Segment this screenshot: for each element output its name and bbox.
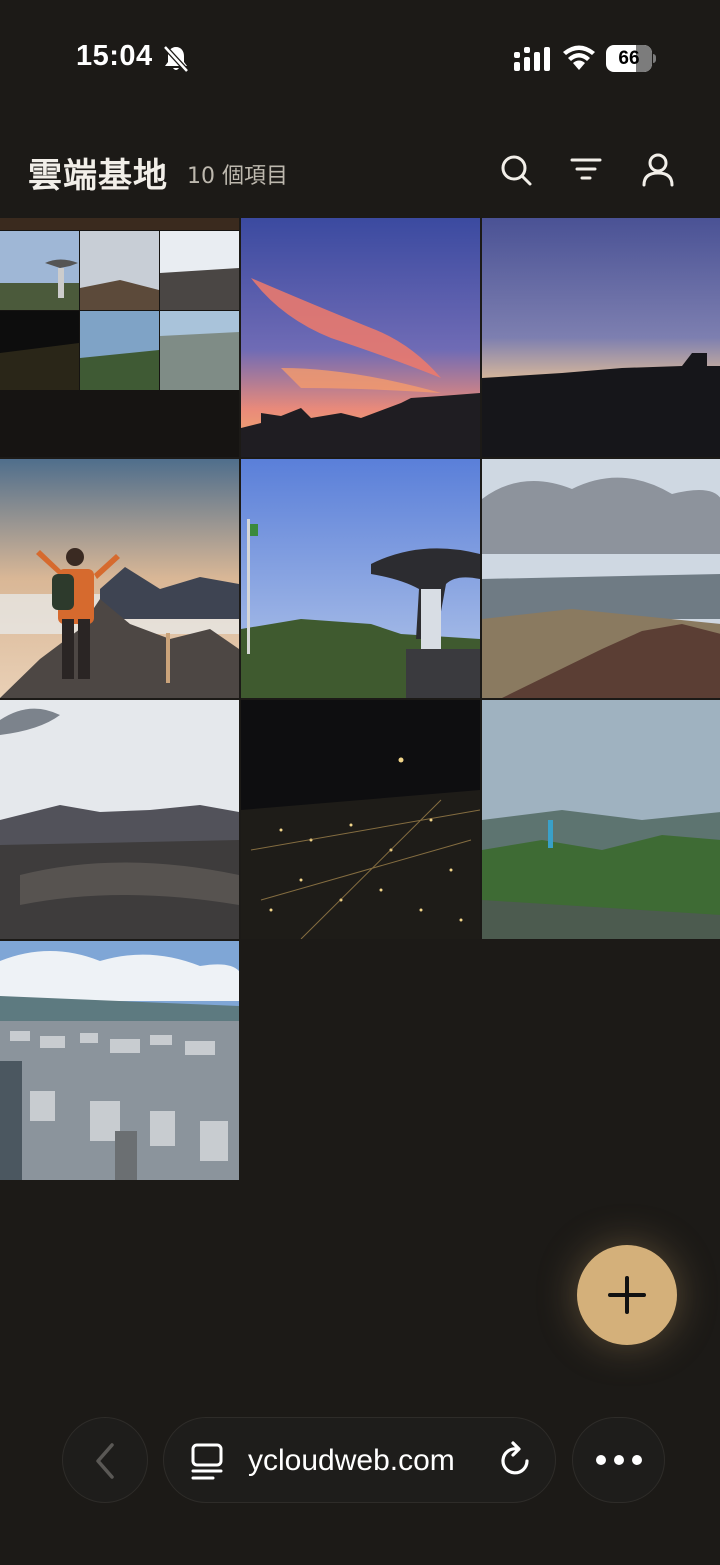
photo-tile-dusk-skyline[interactable] bbox=[482, 218, 720, 457]
photo-tile-sculpture[interactable] bbox=[241, 459, 480, 698]
green-valley-thumbnail bbox=[482, 700, 720, 939]
add-button[interactable] bbox=[577, 1245, 677, 1345]
wifi-icon bbox=[563, 45, 595, 70]
collage-thumbnail bbox=[0, 218, 239, 457]
filter-icon bbox=[570, 158, 602, 180]
sunset-thumbnail bbox=[241, 218, 480, 457]
browser-back-button[interactable] bbox=[62, 1417, 148, 1503]
filter-button[interactable] bbox=[564, 148, 608, 192]
bell-off-icon bbox=[163, 45, 189, 73]
search-icon bbox=[501, 155, 532, 186]
search-button[interactable] bbox=[494, 148, 538, 192]
account-icon bbox=[642, 153, 674, 187]
photo-tile-green-valley[interactable] bbox=[482, 700, 720, 939]
mountain-ridge-thumbnail bbox=[482, 459, 720, 698]
status-time: 15:04 bbox=[76, 40, 153, 72]
address-bar[interactable]: ycloudweb.com bbox=[163, 1417, 556, 1503]
status-bar: 15:04 66 bbox=[0, 0, 720, 120]
reload-icon[interactable] bbox=[494, 1439, 536, 1481]
hiker-summit-thumbnail bbox=[0, 459, 239, 698]
back-chevron-icon bbox=[96, 1443, 114, 1479]
battery-tip bbox=[653, 54, 656, 63]
more-options-button[interactable] bbox=[572, 1417, 665, 1503]
photo-tile-city-aerial[interactable] bbox=[0, 941, 239, 1180]
city-aerial-thumbnail bbox=[0, 941, 239, 1180]
photo-tile-volcanic-crater[interactable] bbox=[0, 700, 239, 939]
sculpture-thumbnail bbox=[241, 459, 480, 698]
volcanic-crater-thumbnail bbox=[0, 700, 239, 939]
url-text: ycloudweb.com bbox=[248, 1444, 455, 1477]
photo-tile-collage[interactable] bbox=[0, 218, 239, 457]
item-count: 10 個項目 bbox=[187, 164, 288, 189]
account-button[interactable] bbox=[636, 148, 680, 192]
photo-tile-mountain-ridge[interactable] bbox=[482, 459, 720, 698]
city-lights-thumbnail bbox=[241, 700, 480, 939]
photo-tile-hiker-summit[interactable] bbox=[0, 459, 239, 698]
dusk-skyline-thumbnail bbox=[482, 218, 720, 457]
battery-icon: 66 bbox=[606, 45, 656, 72]
photo-tile-sunset[interactable] bbox=[241, 218, 480, 457]
more-icon bbox=[596, 1455, 642, 1465]
cellular-signal-icon bbox=[514, 47, 550, 71]
battery-level: 66 bbox=[618, 48, 640, 69]
plus-icon bbox=[608, 1276, 646, 1314]
photo-tile-city-lights[interactable] bbox=[241, 700, 480, 939]
page-title: 雲端基地 bbox=[28, 156, 168, 196]
header: 雲端基地 10 個項目 bbox=[0, 130, 720, 210]
page-icon bbox=[191, 1443, 223, 1480]
